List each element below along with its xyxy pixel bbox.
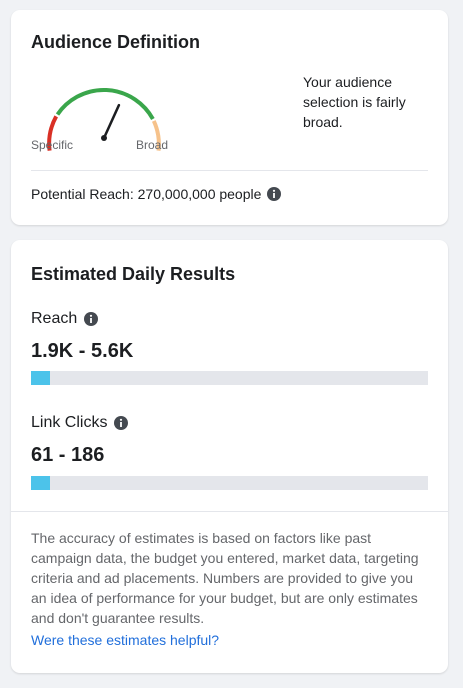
reach-bar-fill: [31, 371, 50, 385]
gauge-needle: [101, 103, 121, 141]
gauge-segment-middle: [55, 87, 155, 120]
audience-definition-card: Audience Definition Specific Broad Your …: [11, 10, 448, 225]
potential-reach-text: Potential Reach: 270,000,000 people: [31, 186, 262, 202]
estimates-feedback-link[interactable]: Were these estimates helpful?: [31, 632, 219, 648]
info-icon[interactable]: [266, 186, 282, 202]
link-clicks-bar: [31, 476, 428, 490]
divider: [11, 511, 448, 512]
reach-bar: [31, 371, 428, 385]
estimated-daily-results-card: Estimated Daily Results Reach 1.9K - 5.6…: [11, 240, 448, 673]
link-clicks-bar-fill: [31, 476, 50, 490]
gauge-label-specific: Specific: [31, 138, 74, 152]
link-clicks-value: 61 - 186: [31, 444, 105, 466]
info-icon[interactable]: [113, 415, 129, 431]
reach-label: Reach: [31, 310, 78, 327]
reach-label-row: Reach: [31, 310, 99, 328]
reach-value: 1.9K - 5.6K: [31, 340, 134, 362]
gauge-label-broad: Broad: [136, 138, 169, 152]
info-icon[interactable]: [83, 311, 99, 327]
divider: [31, 170, 428, 171]
potential-reach-row: Potential Reach: 270,000,000 people: [31, 186, 282, 202]
link-clicks-label-row: Link Clicks: [31, 414, 129, 432]
link-clicks-label: Link Clicks: [31, 414, 108, 431]
audience-definition-title: Audience Definition: [31, 32, 201, 52]
estimates-disclaimer: The accuracy of estimates is based on fa…: [31, 530, 419, 626]
estimated-daily-results-title: Estimated Daily Results: [31, 264, 236, 284]
audience-description: Your audience selection is fairly broad.: [303, 74, 406, 130]
